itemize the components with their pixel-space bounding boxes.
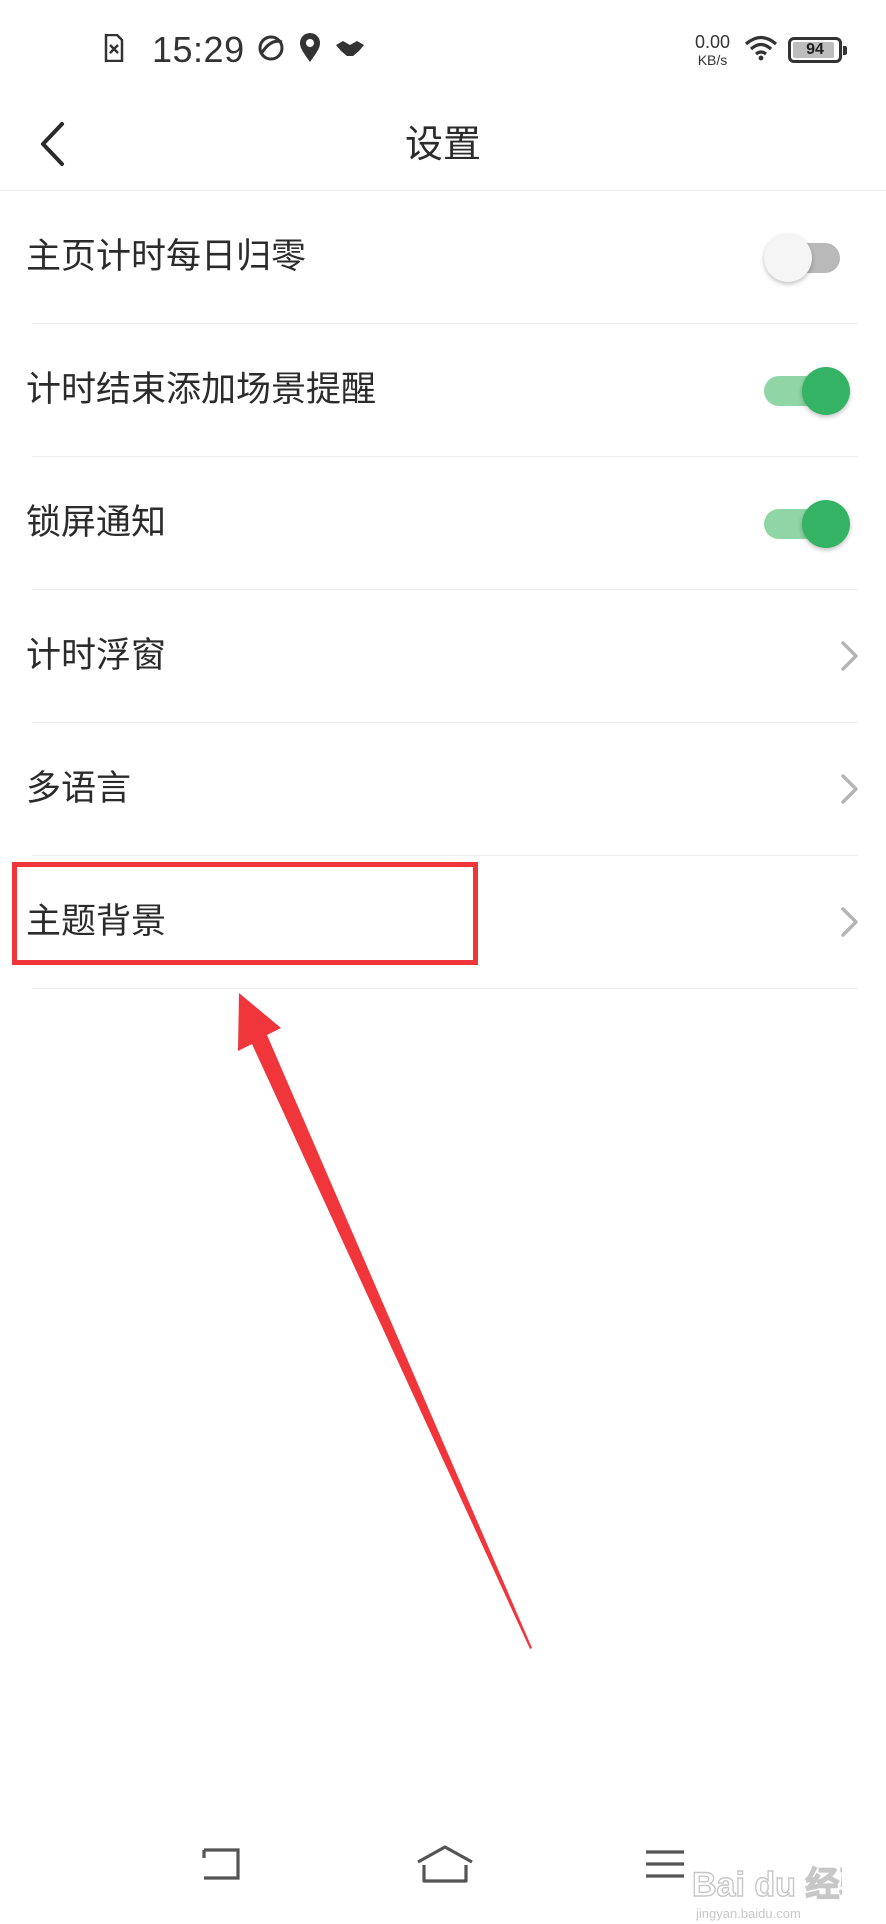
home-icon bbox=[417, 1845, 473, 1883]
nav-menu-button[interactable] bbox=[630, 1834, 700, 1894]
status-time: 15:29 bbox=[152, 29, 245, 70]
setting-row-end-scene-reminder[interactable]: 计时结束添加场景提醒 bbox=[0, 324, 886, 457]
chevron-right-icon[interactable] bbox=[834, 902, 864, 942]
toggle-knob bbox=[802, 367, 850, 415]
setting-label: 锁屏通知 bbox=[26, 503, 167, 543]
setting-label: 多语言 bbox=[26, 769, 132, 809]
network-speed-value: 0.00 bbox=[694, 32, 730, 52]
handshake-icon bbox=[335, 37, 365, 63]
menu-icon bbox=[646, 1850, 684, 1878]
setting-label: 主题背景 bbox=[26, 902, 167, 942]
network-speed: 0.00 KB/s bbox=[695, 33, 730, 67]
chevron-right-icon[interactable] bbox=[834, 769, 864, 809]
setting-row-lockscreen-notification[interactable]: 锁屏通知 bbox=[0, 457, 886, 590]
setting-row-daily-reset[interactable]: 主页计时每日归零 bbox=[0, 191, 886, 324]
nav-back-button[interactable] bbox=[186, 1834, 256, 1894]
page-title: 设置 bbox=[404, 122, 481, 166]
setting-row-language[interactable]: 多语言 bbox=[0, 723, 886, 856]
return-icon bbox=[202, 1848, 240, 1880]
daily-reset-toggle[interactable] bbox=[764, 234, 850, 282]
end-scene-reminder-toggle[interactable] bbox=[764, 367, 850, 415]
status-bar-left: 15:29 bbox=[104, 22, 379, 78]
chevron-right-icon[interactable] bbox=[834, 636, 864, 676]
location-pin-icon bbox=[299, 33, 321, 67]
setting-label: 计时浮窗 bbox=[26, 636, 167, 676]
setting-row-theme-background[interactable]: 主题背景 bbox=[0, 856, 886, 989]
settings-list: 主页计时每日归零 计时结束添加场景提醒 锁屏通知 计时浮窗 多语言 主题背景 bbox=[0, 191, 886, 989]
setting-label: 主页计时每日归零 bbox=[26, 237, 307, 277]
battery-icon: 94 bbox=[788, 37, 847, 63]
toggle-knob bbox=[802, 500, 850, 548]
nav-bar bbox=[0, 1800, 886, 1920]
app-header: 设置 bbox=[0, 98, 886, 191]
setting-label: 计时结束添加场景提醒 bbox=[26, 370, 377, 410]
sim-card-x-icon bbox=[104, 33, 124, 66]
wifi-icon bbox=[744, 35, 778, 65]
network-speed-unit: KB/s bbox=[697, 52, 728, 68]
battery-level: 94 bbox=[806, 41, 824, 58]
status-bar: 15:29 0.00 KB/s 94 bbox=[0, 0, 886, 98]
sync-app-icon bbox=[257, 34, 285, 66]
nav-home-button[interactable] bbox=[410, 1834, 480, 1894]
status-bar-right: 0.00 KB/s 94 bbox=[695, 28, 847, 72]
lockscreen-notification-toggle[interactable] bbox=[764, 500, 850, 548]
setting-row-floating-timer[interactable]: 计时浮窗 bbox=[0, 590, 886, 723]
toggle-knob bbox=[764, 234, 812, 282]
